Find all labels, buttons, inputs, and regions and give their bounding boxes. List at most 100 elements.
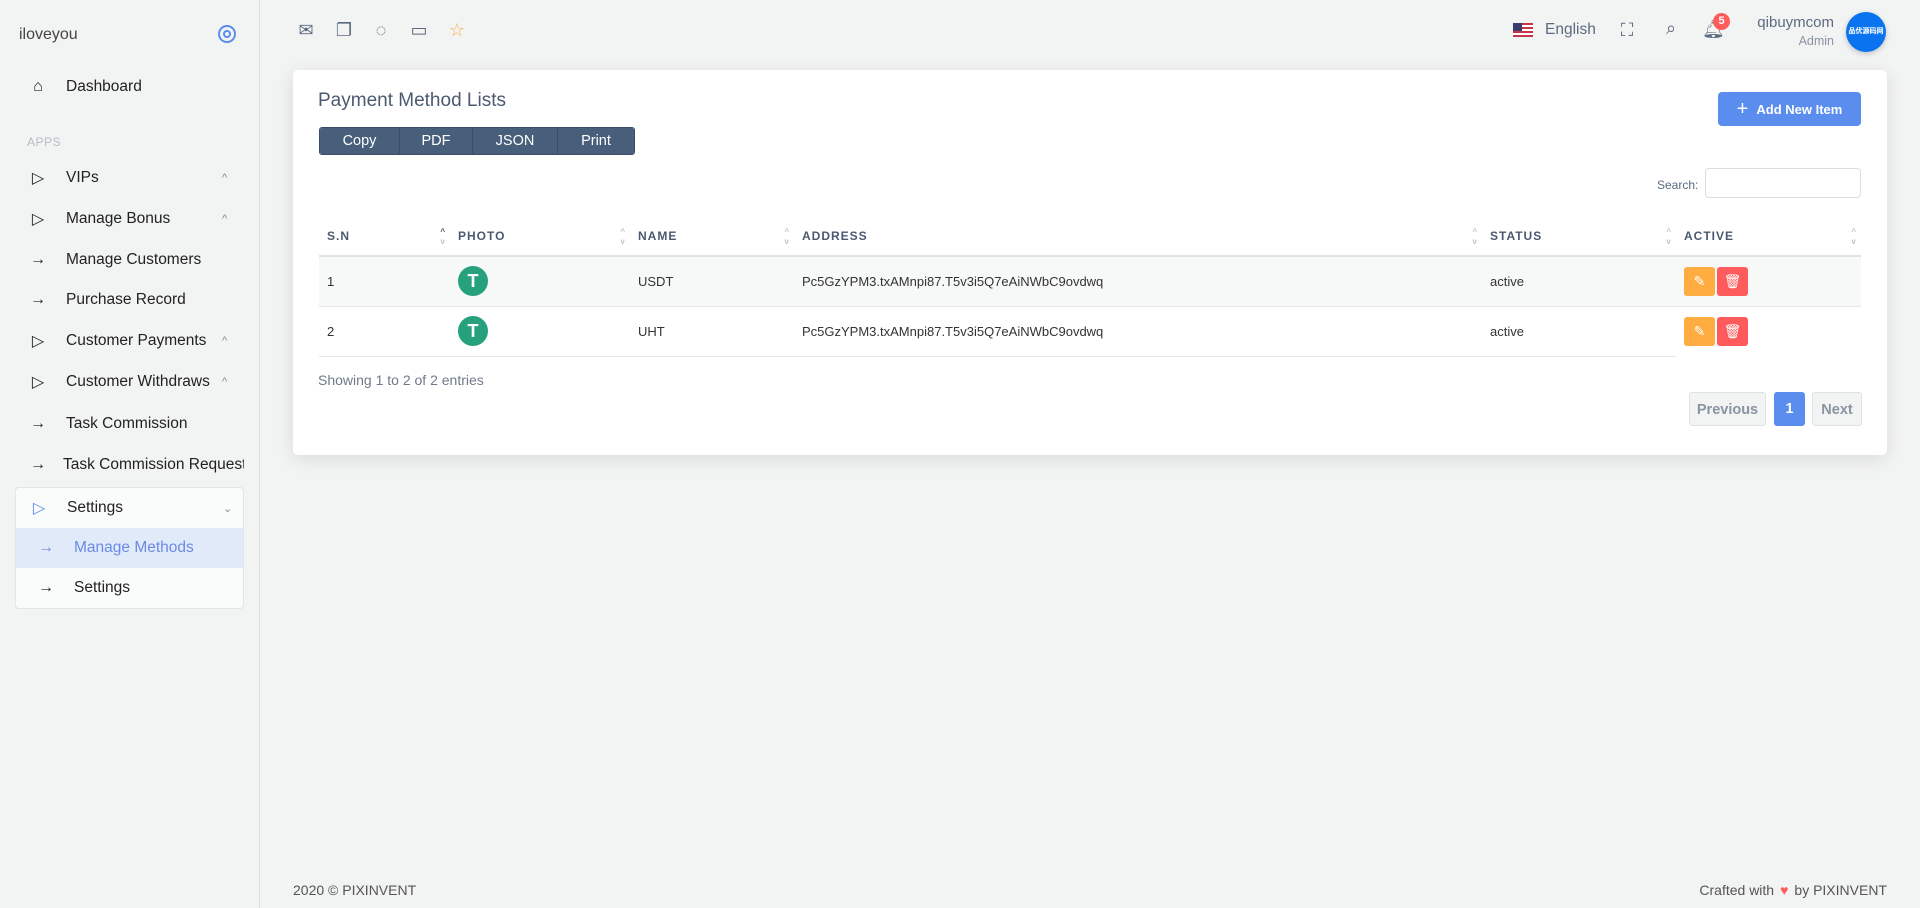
sidebar-item-manage-customers[interactable]: → Manage Customers: [0, 240, 260, 280]
arrow-right-icon: →: [30, 251, 46, 268]
tether-logo-icon: T: [458, 316, 488, 346]
page-1-button[interactable]: 1: [1774, 392, 1805, 426]
footer-credit-post: by PIXINVENT: [1794, 882, 1887, 898]
copy-button[interactable]: Copy: [320, 128, 400, 154]
sidebar-item-label: Customer Withdraws: [66, 373, 210, 390]
fullscreen-icon[interactable]: ⛶: [1616, 20, 1638, 42]
table-row: 1 T USDT Pc5GzYPM3.txAMnpi87.T5v3i5Q7eAi…: [319, 256, 1861, 307]
mail-icon[interactable]: ✉: [295, 20, 317, 42]
sidebar-item-purchase-record[interactable]: → Purchase Record: [0, 280, 260, 320]
footer-copyright: 2020 © PIXINVENT: [293, 882, 417, 898]
tether-logo-icon: T: [458, 266, 488, 297]
sort-icon: ^ v: [1472, 227, 1478, 246]
sidebar-item-vips[interactable]: ▷ VIPs ^: [0, 158, 260, 198]
json-button[interactable]: JSON: [473, 128, 558, 154]
sidebar-item-label: Settings: [67, 499, 124, 516]
arrow-right-icon: →: [38, 579, 54, 596]
brand-name: iloveyou: [19, 26, 78, 43]
table-info: Showing 1 to 2 of 2 entries: [318, 372, 484, 388]
section-label: APPS: [27, 135, 62, 149]
add-button-label: Add New Item: [1756, 101, 1843, 117]
edit-button[interactable]: ✎: [1684, 316, 1715, 346]
avatar-text: 品优源码网: [1848, 28, 1884, 35]
column-header-name[interactable]: NAME ^ v: [630, 216, 794, 257]
sidebar-item-label: Settings: [74, 579, 131, 596]
sort-icon: ^ v: [440, 227, 446, 246]
sidebar-item-customer-withdraws[interactable]: ▷ Customer Withdraws ^: [0, 362, 260, 402]
sidebar-item-task-commission-request[interactable]: → Task Commission Request: [0, 445, 244, 485]
chevron-down-icon: ⌄: [223, 502, 233, 515]
play-icon: ▷: [31, 211, 45, 228]
cell-actions: ✎ 🗑︎: [1676, 256, 1861, 307]
column-header-photo[interactable]: PHOTO ^ v: [450, 216, 630, 257]
sort-icon: ^ v: [784, 227, 790, 246]
sidebar-item-dashboard[interactable]: ⌂ Dashboard: [0, 67, 260, 107]
chevron-up-icon: ^: [222, 376, 228, 388]
language-label: English: [1545, 21, 1596, 38]
sidebar-item-label: Task Commission Request: [63, 456, 244, 473]
sort-icon: ^ v: [1851, 227, 1857, 246]
cell-sn: 2: [319, 306, 450, 357]
star-icon[interactable]: ☆: [446, 20, 468, 42]
sort-icon: ^ v: [1666, 227, 1672, 246]
home-icon: ⌂: [33, 78, 43, 95]
delete-button[interactable]: 🗑︎: [1717, 266, 1748, 296]
search-icon[interactable]: ⌕: [1660, 18, 1682, 40]
table-row: 2 T UHT Pc5GzYPM3.txAMnpi87.T5v3i5Q7eAiN…: [319, 306, 1861, 357]
user-role: Admin: [1798, 34, 1834, 48]
cell-status: active: [1482, 306, 1676, 357]
sidebar-item-settings[interactable]: ▷ Settings ⌄: [1, 488, 261, 528]
us-flag-icon: [1513, 23, 1533, 37]
column-header-active[interactable]: ACTIVE ^ v: [1676, 216, 1861, 257]
cell-actions: ✎ 🗑︎: [1676, 306, 1861, 356]
play-icon: ▷: [32, 500, 46, 517]
chevron-up-icon: ^: [222, 335, 228, 347]
sidebar-item-customer-payments[interactable]: ▷ Customer Payments ^: [0, 321, 260, 361]
sidebar-toggle-icon[interactable]: [218, 25, 236, 43]
calendar-icon[interactable]: ▭: [408, 20, 430, 42]
avatar[interactable]: 品优源码网: [1846, 12, 1886, 52]
notification-badge: 5: [1713, 13, 1730, 30]
sidebar-item-label: Manage Methods: [74, 539, 194, 556]
sidebar-item-manage-methods[interactable]: → Manage Methods: [16, 528, 243, 568]
payment-methods-card: Payment Method Lists Copy PDF JSON Print…: [293, 70, 1887, 455]
chat-icon[interactable]: ❐: [333, 20, 355, 42]
cell-address: Pc5GzYPM3.txAMnpi87.T5v3i5Q7eAiNWbC9ovdw…: [794, 256, 1482, 307]
search-label: Search:: [1657, 178, 1699, 192]
sidebar-item-label: Purchase Record: [66, 291, 186, 308]
cell-photo: T: [450, 256, 630, 307]
arrow-right-icon: →: [30, 291, 46, 308]
play-icon: ▷: [31, 333, 45, 350]
edit-button[interactable]: ✎: [1684, 266, 1715, 296]
play-icon: ▷: [31, 374, 45, 391]
sidebar-item-label: Manage Customers: [66, 251, 202, 268]
sidebar-item-settings-sub[interactable]: → Settings: [16, 568, 243, 608]
language-dropdown[interactable]: English: [1513, 21, 1596, 39]
settings-group: ▷ Settings ⌄ → Manage Methods → Settings: [15, 487, 244, 609]
page-title: Payment Method Lists: [318, 90, 506, 111]
arrow-right-icon: →: [38, 539, 54, 556]
print-button[interactable]: Print: [558, 128, 634, 154]
sidebar: iloveyou ⌂ Dashboard APPS ▷ VIPs ^ ▷ Manage …: [0, 0, 260, 908]
sidebar-item-label: Manage Bonus: [66, 210, 171, 227]
add-new-item-button[interactable]: + Add New Item: [1718, 92, 1861, 126]
column-header-address[interactable]: ADDRESS ^ v: [794, 216, 1482, 257]
export-buttons: Copy PDF JSON Print: [319, 127, 635, 155]
cell-name: UHT: [630, 306, 794, 357]
user-name[interactable]: qibuymcom: [1757, 14, 1834, 31]
search-input[interactable]: [1705, 168, 1861, 198]
footer-credit-pre: Crafted with: [1699, 882, 1775, 898]
heart-icon: ♥: [1780, 882, 1789, 898]
sidebar-item-manage-bonus[interactable]: ▷ Manage Bonus ^: [0, 199, 260, 239]
pdf-button[interactable]: PDF: [400, 128, 473, 154]
sidebar-item-label: Task Commission: [66, 415, 188, 432]
sidebar-item-task-commission[interactable]: → Task Commission: [0, 404, 260, 444]
next-page-button[interactable]: Next: [1812, 392, 1862, 426]
sidebar-item-label: Customer Payments: [66, 332, 207, 349]
delete-button[interactable]: 🗑︎: [1717, 316, 1748, 346]
footer-credit: Crafted with ♥ by PIXINVENT: [1699, 882, 1887, 898]
column-header-sn[interactable]: S.N ^ v: [319, 216, 450, 257]
check-circle-icon[interactable]: ◌: [370, 20, 392, 42]
column-header-status[interactable]: STATUS ^ v: [1482, 216, 1676, 257]
previous-page-button[interactable]: Previous: [1689, 392, 1766, 426]
